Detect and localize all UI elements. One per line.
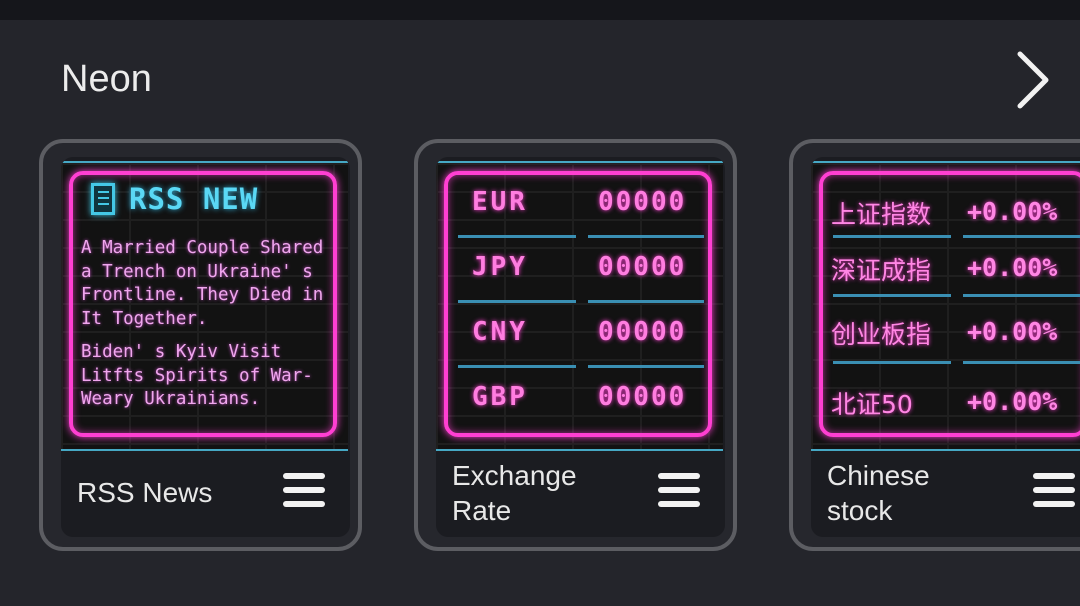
index-change: +0.00% — [967, 387, 1058, 416]
currency-code: CNY — [472, 317, 528, 347]
card-footer: Chinese stock — [811, 451, 1080, 537]
currency-value: 00000 — [598, 187, 687, 217]
card-label-line: Rate — [452, 495, 512, 526]
divider — [458, 365, 576, 368]
card-footer: Exchange Rate — [436, 451, 725, 537]
card-content: EUR 00000 JPY 00000 CNY 00000 GBP 00000 — [436, 157, 725, 537]
card-content: RSS NEW A Married Couple Shared a Trench… — [61, 157, 350, 537]
divider — [588, 300, 704, 303]
card-label-line: stock — [827, 495, 893, 526]
rss-news-item: Biden' s Kyiv Visit Litfts Spirits of Wa… — [81, 342, 313, 409]
widget-card-rss-news[interactable]: RSS NEW A Married Couple Shared a Trench… — [39, 139, 362, 551]
currency-value: 00000 — [598, 317, 687, 347]
card-label-line: Exchange — [452, 460, 577, 491]
card-label-line: Chinese — [827, 460, 930, 491]
index-name: 北证50 — [831, 390, 913, 419]
exchange-row: GBP 00000 — [436, 382, 723, 422]
divider — [833, 294, 951, 297]
rss-widget-title: RSS NEW — [129, 182, 259, 216]
divider — [963, 361, 1080, 364]
index-name: 上证指数 — [831, 200, 932, 229]
exchange-row: JPY 00000 — [436, 252, 723, 292]
divider — [963, 235, 1080, 238]
card-label: RSS News — [77, 477, 213, 508]
divider — [833, 361, 951, 364]
exchange-widget-preview: EUR 00000 JPY 00000 CNY 00000 GBP 00000 — [436, 161, 723, 451]
rss-header: RSS NEW — [91, 179, 258, 219]
divider — [588, 365, 704, 368]
widget-card-exchange-rate[interactable]: EUR 00000 JPY 00000 CNY 00000 GBP 00000 — [414, 139, 737, 551]
menu-icon[interactable] — [283, 473, 325, 513]
divider — [588, 235, 704, 238]
stock-widget-preview: 上证指数 +0.00% 深证成指 +0.00% 创业板指 +0.00% 北证50… — [811, 161, 1080, 451]
section-title: Neon — [61, 58, 152, 100]
index-change: +0.00% — [967, 317, 1058, 346]
card-footer: RSS News — [61, 451, 350, 537]
status-bar — [0, 0, 1080, 20]
divider — [963, 294, 1080, 297]
exchange-row: EUR 00000 — [436, 187, 723, 227]
divider — [833, 235, 951, 238]
currency-value: 00000 — [598, 252, 687, 282]
index-name: 创业板指 — [831, 320, 932, 349]
widget-card-chinese-stock[interactable]: 上证指数 +0.00% 深证成指 +0.00% 创业板指 +0.00% 北证50… — [789, 139, 1080, 551]
currency-code: JPY — [472, 252, 528, 282]
currency-code: GBP — [472, 382, 528, 412]
currency-code: EUR — [472, 187, 528, 217]
chevron-right-icon[interactable] — [1008, 48, 1058, 112]
index-change: +0.00% — [967, 197, 1058, 226]
currency-value: 00000 — [598, 382, 687, 412]
card-content: 上证指数 +0.00% 深证成指 +0.00% 创业板指 +0.00% 北证50… — [811, 157, 1080, 537]
divider — [458, 235, 576, 238]
exchange-row: CNY 00000 — [436, 317, 723, 357]
document-icon — [91, 183, 115, 215]
menu-icon[interactable] — [658, 473, 700, 513]
index-name: 深证成指 — [831, 256, 932, 285]
menu-icon[interactable] — [1033, 473, 1075, 513]
rss-news-item: A Married Couple Shared a Trench on Ukra… — [81, 238, 324, 329]
divider — [458, 300, 576, 303]
rss-widget-preview: RSS NEW A Married Couple Shared a Trench… — [61, 161, 348, 451]
index-change: +0.00% — [967, 253, 1058, 282]
